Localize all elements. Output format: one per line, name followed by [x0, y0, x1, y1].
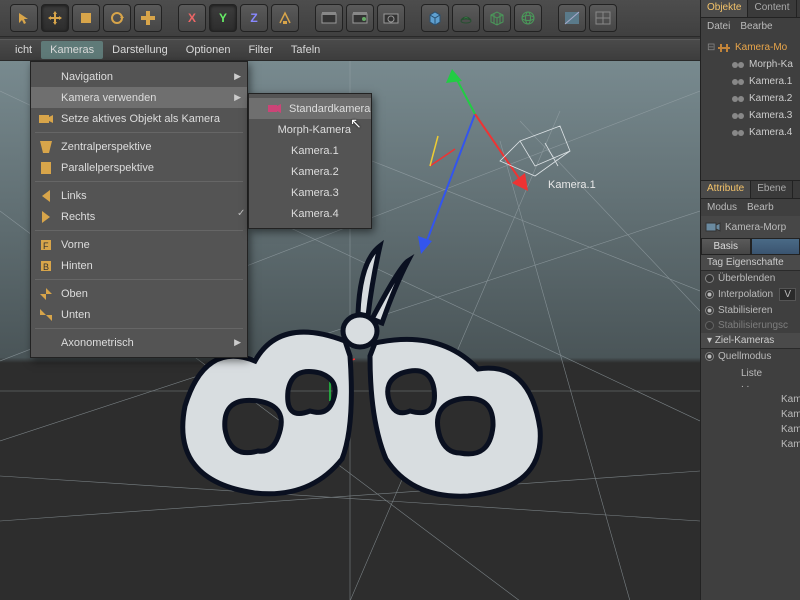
prim-wiresphere[interactable]: [514, 4, 542, 32]
tab-layer[interactable]: Ebene: [751, 181, 793, 198]
prop-stabilisieren[interactable]: Stabilisieren: [701, 303, 800, 318]
menuitem-axonometrisch[interactable]: Axonometrisch▶: [31, 332, 247, 353]
tool-cursor[interactable]: [10, 4, 38, 32]
list-item[interactable]: Kame: [701, 422, 800, 437]
submenuitem-kamera-3[interactable]: Kamera.3: [249, 182, 371, 203]
menuitem-setze-aktives-objekt-als-kamera[interactable]: Setze aktives Objekt als Kamera: [31, 108, 247, 129]
tab-attribute[interactable]: Attribute: [701, 181, 751, 198]
axis-x-button[interactable]: X: [178, 4, 206, 32]
menuitem-kamera-verwenden[interactable]: Kamera verwenden▶: [31, 87, 247, 108]
menuitem-rechts[interactable]: Rechts: [31, 206, 247, 227]
menuitem-parallelperspektive[interactable]: Parallelperspektive: [31, 157, 247, 178]
section-targetcams[interactable]: ▾ Ziel-Kameras: [701, 333, 800, 349]
prim-cube[interactable]: [421, 4, 449, 32]
svg-text:B: B: [43, 262, 49, 272]
menu-darstellung[interactable]: Darstellung: [103, 41, 177, 59]
subbar-mode[interactable]: Modus: [707, 202, 737, 213]
camera-icon: [705, 220, 721, 234]
menu-kameras[interactable]: Kameras: [41, 41, 103, 59]
menu-optionen[interactable]: Optionen: [177, 41, 240, 59]
btn-tag[interactable]: [751, 238, 800, 255]
axis-z-button[interactable]: Z: [240, 4, 268, 32]
tool-move[interactable]: [41, 4, 69, 32]
prim-lattice[interactable]: [483, 4, 511, 32]
viewport-object-label: Kamera.1: [548, 179, 596, 191]
submenuitem-standardkamera[interactable]: Standardkamera: [249, 98, 371, 119]
viewport-menubar: ichtKamerasDarstellungOptionenFilterTafe…: [0, 39, 700, 61]
menuitem-vorne[interactable]: FVorne: [31, 234, 247, 255]
menuitem-links[interactable]: Links: [31, 185, 247, 206]
subbar-edit[interactable]: Bearbe: [740, 21, 772, 32]
submenuitem-kamera-1[interactable]: Kamera.1: [249, 140, 371, 161]
tool-scale[interactable]: [72, 4, 100, 32]
tool-cross[interactable]: [134, 4, 162, 32]
submenuitem-morph-kamera[interactable]: Morph-Kamera: [249, 119, 371, 140]
main-toolbar: X Y Z: [0, 0, 800, 37]
subbar-file[interactable]: Datei: [707, 21, 730, 32]
list-label: Liste . .: [701, 364, 800, 392]
menu-filter[interactable]: Filter: [239, 41, 281, 59]
prop-interpolation[interactable]: InterpolationV: [701, 286, 800, 303]
tree-item[interactable]: Morph-Ka: [703, 56, 798, 73]
list-item[interactable]: Kame: [701, 437, 800, 452]
tool-render1[interactable]: [315, 4, 343, 32]
menu-icht[interactable]: icht: [6, 41, 41, 59]
prop-quellmodus[interactable]: Quellmodus: [701, 349, 800, 364]
object-tree[interactable]: ⊟ Kamera-Mo Morph-Ka Kamera.1 Kamera.2 K…: [701, 35, 800, 145]
list-item[interactable]: Kame: [701, 392, 800, 407]
tree-item[interactable]: Kamera.1: [703, 73, 798, 90]
kamera-verwenden-submenu[interactable]: StandardkameraMorph-KameraKamera.1Kamera…: [248, 93, 372, 229]
list-item[interactable]: Kame: [701, 407, 800, 422]
tree-item[interactable]: Kamera.2: [703, 90, 798, 107]
axis-y-button[interactable]: Y: [209, 4, 237, 32]
tool-render3[interactable]: [377, 4, 405, 32]
objects-subbar: Datei Bearbe: [701, 18, 800, 35]
subbar-edit2[interactable]: Bearb: [747, 202, 774, 213]
menuitem-oben[interactable]: Oben: [31, 283, 247, 304]
svg-text:F: F: [43, 241, 49, 251]
tool-coord[interactable]: [271, 4, 299, 32]
tab-content[interactable]: Content: [748, 0, 796, 17]
attribute-panel: Attribute Ebene Modus Bearb Kamera-Morp …: [701, 180, 800, 600]
tool-render2[interactable]: [346, 4, 374, 32]
submenuitem-kamera-4[interactable]: ✓Kamera.4: [249, 203, 371, 224]
prop-überblenden[interactable]: Überblenden: [701, 271, 800, 286]
right-panel: Objekte Content Datei Bearbe ⊟ Kamera-Mo…: [700, 0, 800, 600]
menuitem-navigation[interactable]: Navigation▶: [31, 66, 247, 87]
section-tagprops: Tag Eigenschafte: [701, 255, 800, 271]
attr-title: Kamera-Morp: [725, 222, 786, 233]
menuitem-hinten[interactable]: BHinten: [31, 255, 247, 276]
tab-objects[interactable]: Objekte: [701, 0, 748, 17]
prop-stabilisierungsc[interactable]: Stabilisierungsc: [701, 318, 800, 333]
display-shaded[interactable]: [558, 4, 586, 32]
tree-item[interactable]: ⊟ Kamera-Mo: [703, 39, 798, 56]
tree-item[interactable]: Kamera.4: [703, 124, 798, 141]
submenuitem-kamera-2[interactable]: Kamera.2: [249, 161, 371, 182]
menuitem-unten[interactable]: Unten: [31, 304, 247, 325]
tree-item[interactable]: Kamera.3: [703, 107, 798, 124]
display-wire[interactable]: [589, 4, 617, 32]
menu-tafeln[interactable]: Tafeln: [282, 41, 329, 59]
menuitem-zentralperspektive[interactable]: Zentralperspektive: [31, 136, 247, 157]
btn-basis[interactable]: Basis: [701, 238, 751, 255]
prim-torus[interactable]: [452, 4, 480, 32]
tool-rotate[interactable]: [103, 4, 131, 32]
objects-tabrow: Objekte Content: [701, 0, 800, 18]
kameras-menu[interactable]: Navigation▶Kamera verwenden▶Setze aktive…: [30, 61, 248, 358]
